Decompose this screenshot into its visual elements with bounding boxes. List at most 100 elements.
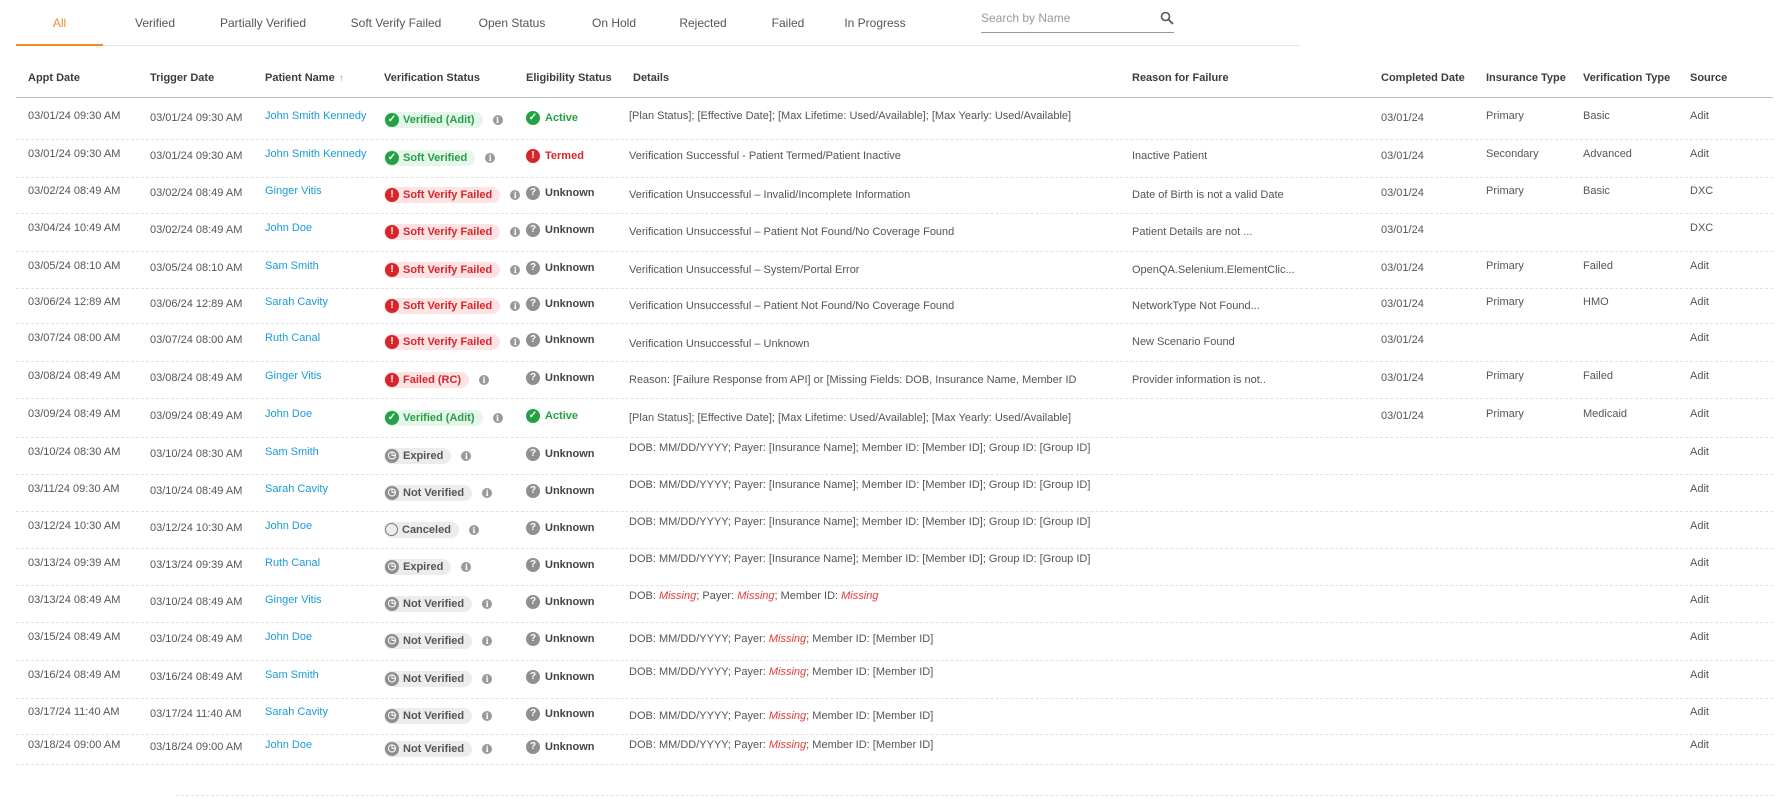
trigger-date: 03/10/24 08:30 AM <box>150 448 243 460</box>
col-insurance-type[interactable]: Insurance Type <box>1486 72 1566 84</box>
info-icon[interactable]: i <box>492 115 503 125</box>
table-row[interactable]: 03/02/24 08:49 AM 03/02/24 08:49 AM Ginger… <box>16 177 1773 214</box>
col-completed-date[interactable]: Completed Date <box>1381 72 1465 84</box>
table-row[interactable]: 03/08/24 08:49 AM 03/08/24 08:49 AM Ginger… <box>16 361 1773 399</box>
table-row[interactable]: 03/18/24 09:00 AM 03/18/24 09:00 AM John D… <box>16 734 1773 765</box>
col-verification-type[interactable]: Verification Type <box>1583 72 1670 84</box>
col-reason-for-failure[interactable]: Reason for Failure <box>1132 72 1229 84</box>
info-icon[interactable]: i <box>482 674 493 684</box>
tab-rejected[interactable]: Rejected <box>668 0 738 45</box>
table-row[interactable]: 03/13/24 08:49 AM 03/10/24 08:49 AM Ginger… <box>16 585 1773 623</box>
tab-in-progress[interactable]: In Progress <box>838 0 912 45</box>
table-row[interactable]: 03/06/24 12:89 AM 03/06/24 12:89 AM Sarah … <box>16 288 1773 324</box>
patient-name-link[interactable]: Sarah Cavity <box>265 483 328 495</box>
patient-name-link[interactable]: Sarah Cavity <box>265 706 328 718</box>
tab-all[interactable]: All <box>16 0 103 46</box>
question-circle-icon: ? <box>526 261 540 275</box>
tab-on-hold[interactable]: On Hold <box>582 0 646 45</box>
patient-name-link[interactable]: Sam Smith <box>265 446 319 458</box>
patient-name-link[interactable]: Ruth Canal <box>265 557 320 569</box>
info-icon[interactable]: i <box>510 190 521 200</box>
patient-name-link[interactable]: John Doe <box>265 739 312 751</box>
clock-icon: ◷ <box>385 709 399 723</box>
patient-name-link[interactable]: John Doe <box>265 408 312 420</box>
info-icon[interactable]: i <box>482 488 493 498</box>
table-row[interactable]: 03/01/24 09:30 AM 03/01/24 09:30 AM John S… <box>16 139 1773 178</box>
info-icon[interactable]: i <box>461 562 472 572</box>
col-eligibility-status[interactable]: Eligibility Status <box>526 72 612 84</box>
patient-name-link[interactable]: Sam Smith <box>265 260 319 272</box>
table-row[interactable]: 03/11/24 09:30 AM 03/10/24 08:49 AM Sarah … <box>16 474 1773 512</box>
info-icon[interactable]: i <box>479 375 490 385</box>
search-icon[interactable] <box>1160 11 1174 25</box>
info-icon[interactable]: i <box>510 265 521 275</box>
col-source[interactable]: Source <box>1690 72 1727 84</box>
verification-status-badge: ! Soft Verify Failed <box>384 334 501 350</box>
patient-name-link[interactable]: Ginger Vitis <box>265 185 322 197</box>
tab-open-status[interactable]: Open Status <box>472 0 552 45</box>
tab-soft-verify-failed[interactable]: Soft Verify Failed <box>334 0 458 45</box>
col-appt-date[interactable]: Appt Date <box>28 72 80 84</box>
trigger-date: 03/06/24 12:89 AM <box>150 298 243 310</box>
trigger-date: 03/05/24 08:10 AM <box>150 262 243 274</box>
verification-type: Medicaid <box>1583 408 1628 420</box>
search-input[interactable] <box>981 6 1151 30</box>
details-text: DOB: MM/DD/YYYY; Payer: [Insurance Name]… <box>629 553 1090 565</box>
table-row[interactable]: 03/13/24 09:39 AM 03/13/24 09:39 AM Ruth C… <box>16 548 1773 586</box>
info-icon[interactable]: i <box>492 413 503 423</box>
details-text: Verification Unsuccessful – Unknown <box>629 338 809 350</box>
info-icon[interactable]: i <box>482 744 493 754</box>
table-row[interactable]: 03/15/24 08:49 AM 03/10/24 08:49 AM John D… <box>16 622 1773 661</box>
trigger-date: 03/02/24 08:49 AM <box>150 224 243 236</box>
tab-verified[interactable]: Verified <box>103 0 207 45</box>
trigger-date: 03/01/24 09:30 AM <box>150 150 243 162</box>
table-row[interactable]: 03/05/24 08:10 AM 03/05/24 08:10 AM Sam Sm… <box>16 251 1773 289</box>
info-icon[interactable]: i <box>510 337 521 347</box>
info-icon[interactable]: i <box>482 636 493 646</box>
col-details[interactable]: Details <box>633 72 669 84</box>
patient-name-link[interactable]: Sam Smith <box>265 669 319 681</box>
verification-status-cell: ◷ Expired i <box>384 448 472 464</box>
info-icon[interactable]: i <box>510 301 521 311</box>
verification-status-label: Soft Verify Failed <box>403 336 493 348</box>
info-icon[interactable]: i <box>482 599 493 609</box>
clock-icon: ◷ <box>385 560 399 574</box>
eligibility-status-label: Unknown <box>545 558 595 571</box>
patient-name-link[interactable]: Ginger Vitis <box>265 594 322 606</box>
table-row[interactable]: 03/12/24 10:30 AM 03/12/24 10:30 AM John D… <box>16 511 1773 549</box>
info-icon[interactable]: i <box>468 525 479 535</box>
col-trigger-date[interactable]: Trigger Date <box>150 72 214 84</box>
eligibility-status: ? Unknown <box>526 740 595 754</box>
tab-partially-verified[interactable]: Partially Verified <box>200 0 326 45</box>
failure-reason: Provider information is not.. <box>1132 374 1266 386</box>
info-icon[interactable]: i <box>461 451 472 461</box>
table-row[interactable]: 03/09/24 08:49 AM 03/09/24 08:49 AM John D… <box>16 398 1773 438</box>
col-verification-status[interactable]: Verification Status <box>384 72 480 84</box>
patient-name-link[interactable]: John Doe <box>265 631 312 643</box>
appt-date: 03/09/24 08:49 AM <box>28 408 121 420</box>
source: Adit <box>1690 557 1709 569</box>
table-row[interactable]: 03/07/24 08:00 AM 03/07/24 08:00 AM Ruth C… <box>16 323 1773 362</box>
patient-name-link[interactable]: Ruth Canal <box>265 332 320 344</box>
table-row[interactable]: 03/01/24 09:30 AM 03/01/24 09:30 AM John S… <box>16 101 1773 140</box>
patient-name-link[interactable]: John Smith Kennedy <box>265 110 367 122</box>
verification-status-label: Not Verified <box>403 743 465 755</box>
patient-name-link[interactable]: John Doe <box>265 222 312 234</box>
patient-name-link[interactable]: Ginger Vitis <box>265 370 322 382</box>
patient-name-link[interactable]: John Smith Kennedy <box>265 148 367 160</box>
info-icon[interactable]: i <box>510 227 521 237</box>
table-row[interactable]: 03/17/24 11:40 AM 03/17/24 11:40 AM Sarah … <box>16 698 1773 735</box>
info-icon[interactable]: i <box>485 153 496 163</box>
patient-name-link[interactable]: John Doe <box>265 520 312 532</box>
col-patient-name[interactable]: Patient Name ↑ <box>265 72 344 84</box>
table-row[interactable]: 03/04/24 10:49 AM 03/02/24 08:49 AM John D… <box>16 213 1773 252</box>
eligibility-status-label: Unknown <box>545 333 595 346</box>
verification-status-cell: ✓ Verified (Adit) i <box>384 410 503 426</box>
table-row[interactable]: 03/10/24 08:30 AM 03/10/24 08:30 AM Sam Sm… <box>16 437 1773 475</box>
table-row[interactable]: 03/16/24 08:49 AM 03/16/24 08:49 AM Sam Sm… <box>16 660 1773 699</box>
info-icon[interactable]: i <box>482 711 493 721</box>
tab-failed[interactable]: Failed <box>756 0 820 45</box>
details-segment: DOB: MM/DD/YYYY; Payer: <box>629 739 769 751</box>
patient-name-link[interactable]: Sarah Cavity <box>265 296 328 308</box>
sort-ascending-icon[interactable]: ↑ <box>339 73 344 84</box>
